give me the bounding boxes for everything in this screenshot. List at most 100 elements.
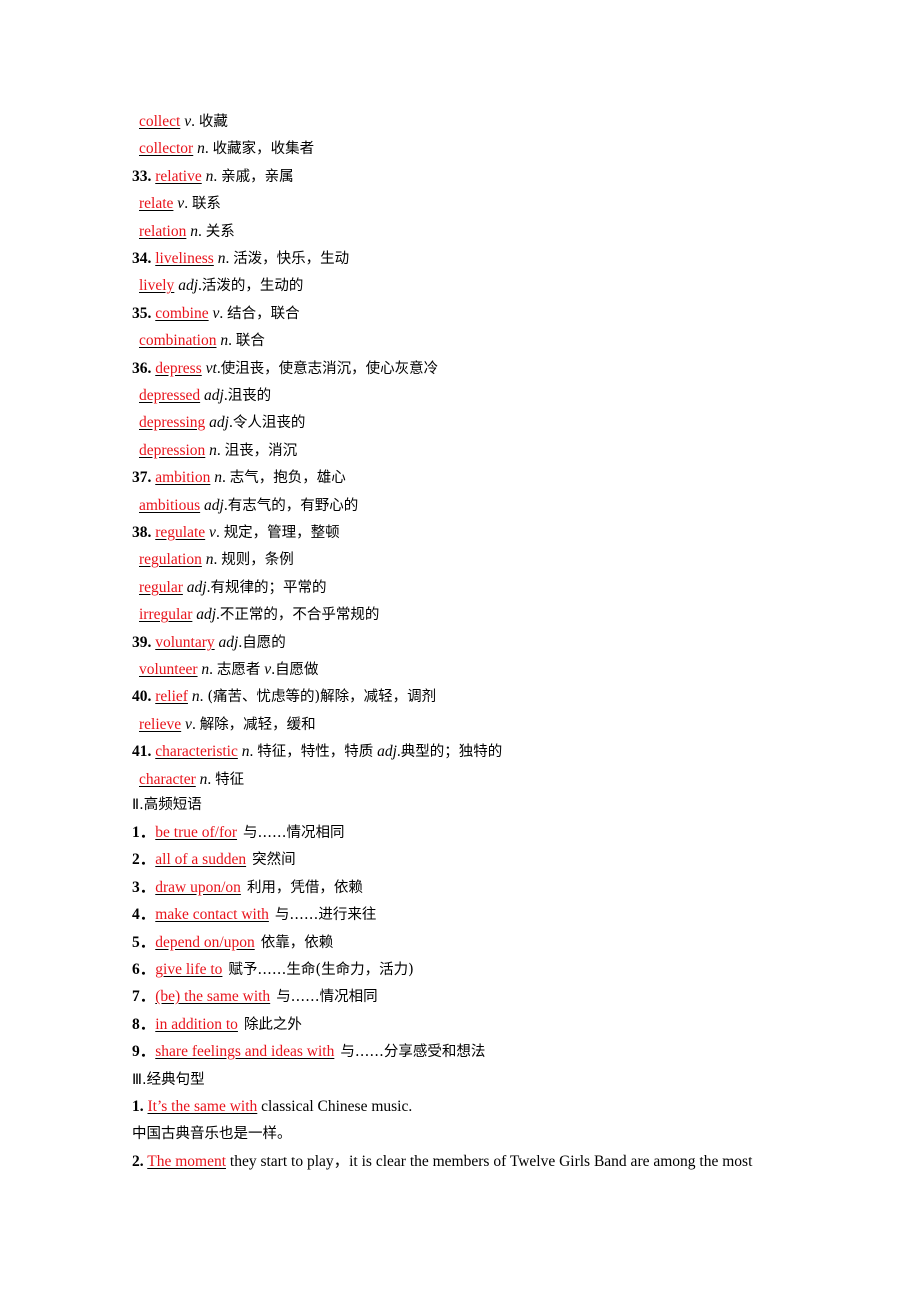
phrase-item: 1．be true of/for 与……情况相同 [132,823,345,843]
vocab-entry: lively adj.活泼的，生动的 [139,276,303,296]
sentence-answer: It’s the same with [147,1098,258,1115]
meaning-2: 自愿做 [275,662,319,678]
answer-word: depressing [139,414,206,431]
part-of-speech: n [220,332,229,349]
phrase-number: 1． [132,824,156,841]
phrase-item: 9．share feelings and ideas with 与……分享感受和想… [132,1042,485,1062]
part-of-speech: v [185,716,192,733]
phrase-meaning: 依靠，依赖 [260,935,334,951]
phrase-answer: all of a sudden [155,851,247,868]
answer-word: irregular [139,606,193,623]
phrase-item: 8．in addition to 除此之外 [132,1015,302,1035]
answer-word: combine [155,305,209,322]
entry-number: 39. [132,634,152,651]
entry-number: 34. [132,250,152,267]
answer-word: relate [139,195,174,212]
phrase-number: 4． [132,906,156,923]
pos-separator: . [191,113,199,130]
meaning: 联合 [235,333,265,349]
phrase-answer: give life to [155,961,223,978]
phrase-answer: in addition to [155,1016,238,1033]
meaning: 收藏 [198,114,228,130]
phrase-item: 7．(be) the same with 与……情况相同 [132,987,378,1007]
vocab-entry: 33. relative n. 亲戚，亲属 [132,167,294,187]
vocab-entry: 35. combine v. 结合，联合 [132,304,300,324]
phrase-meaning: 利用，凭借，依赖 [246,880,363,896]
vocab-entry: 41. characteristic n. 特征，特性，特质 adj.典型的；独… [132,743,503,760]
answer-word: relief [155,688,188,705]
part-of-speech: vt [205,360,217,377]
meaning: 解除，减轻，缓和 [199,717,316,733]
vocab-entry: depressing adj.令人沮丧的 [139,413,305,433]
answer-word: relieve [139,716,182,733]
vocab-entry: relate v. 联系 [139,194,221,214]
part-of-speech: adj [196,606,217,623]
answer-word: voluntary [155,634,215,651]
part-of-speech: adj [178,277,198,294]
meaning: 不正常的，不合乎常规的 [219,607,380,623]
pos-separator: . [204,140,213,157]
meaning: 特征，特性，特质 [257,744,374,760]
phrase-answer: depend on/upon [155,934,255,951]
entry-number: 38. [132,524,152,541]
vocab-entry: collect v. 收藏 [139,112,228,132]
part-of-speech: adj [186,579,207,596]
answer-word: collect [139,113,181,130]
section-heading-phrases: Ⅱ.高频短语 [132,797,202,813]
vocab-entry: depressed adj.沮丧的 [139,386,271,406]
sentence-translation: 中国古典音乐也是一样。 [132,1126,292,1142]
vocab-entry: relieve v. 解除，减轻，缓和 [139,715,316,735]
vocab-entry: volunteer n. 志愿者 v.自愿做 [139,661,319,678]
vocab-entry: 36. depress vt.使沮丧，使意志消沉，使心灰意冷 [132,359,438,379]
vocab-entry: 34. liveliness n. 活泼，快乐，生动 [132,249,349,269]
sentence-answer: The moment [147,1153,227,1170]
answer-word: regulation [139,551,202,568]
vocab-entry: regular adj.有规律的；平常的 [139,578,326,598]
answer-word: regular [139,579,183,596]
vocab-entry: 39. voluntary adj.自愿的 [132,633,286,653]
phrase-item: 2．all of a sudden 突然间 [132,850,296,870]
pos-separator: . [209,661,217,678]
phrase-meaning: 突然间 [252,852,296,868]
sentence-text: they start to play，it is clear the membe… [226,1153,753,1170]
vocab-entry: depression n. 沮丧，消沉 [139,441,297,461]
vocab-entry: combination n. 联合 [139,331,265,351]
meaning: 沮丧的 [227,388,272,404]
phrase-answer: (be) the same with [155,988,271,1005]
entry-number: 41. [132,743,152,760]
answer-word: characteristic [155,743,238,760]
pos-separator: . [184,195,192,212]
meaning: 沮丧，消沉 [224,443,298,459]
meaning: 有规律的；平常的 [210,580,327,596]
entry-number: 33. [132,168,152,185]
vocab-entry: regulation n. 规则，条例 [139,550,294,570]
meaning: 有志气的，有野心的 [227,498,359,514]
pos-separator: . [216,442,225,459]
pos-separator: . [228,332,236,349]
phrase-number: 2． [132,851,156,868]
sentence-item: 2. The moment they start to play，it is c… [132,1152,752,1172]
pos-separator: . [191,716,200,733]
pos-separator: . [207,771,216,788]
sentence-text: classical Chinese music. [257,1098,413,1115]
meaning: 收藏家，收集者 [212,141,315,157]
phrase-item: 3．draw upon/on 利用，凭借，依赖 [132,878,363,898]
meaning: 关系 [205,224,235,240]
answer-word: liveliness [155,250,214,267]
part-of-speech: adj [204,387,224,404]
part-of-speech: n [209,442,217,459]
answer-word: collector [139,140,194,157]
pos-separator: . [215,524,224,541]
part-of-speech-2: adj [377,743,397,760]
phrase-answer: share feelings and ideas with [155,1043,335,1060]
answer-word: character [139,771,196,788]
meaning: 联系 [191,196,221,212]
part-of-speech: n [191,688,200,705]
meaning: (痛苦、忧虑等的)解除，减轻，调剂 [207,689,437,705]
entry-number: 40. [132,688,152,705]
answer-word: regulate [155,524,206,541]
meaning: 规则，条例 [221,552,294,568]
meaning: 活泼，快乐，生动 [233,251,350,267]
phrase-number: 5． [132,934,156,951]
answer-word: depression [139,442,206,459]
